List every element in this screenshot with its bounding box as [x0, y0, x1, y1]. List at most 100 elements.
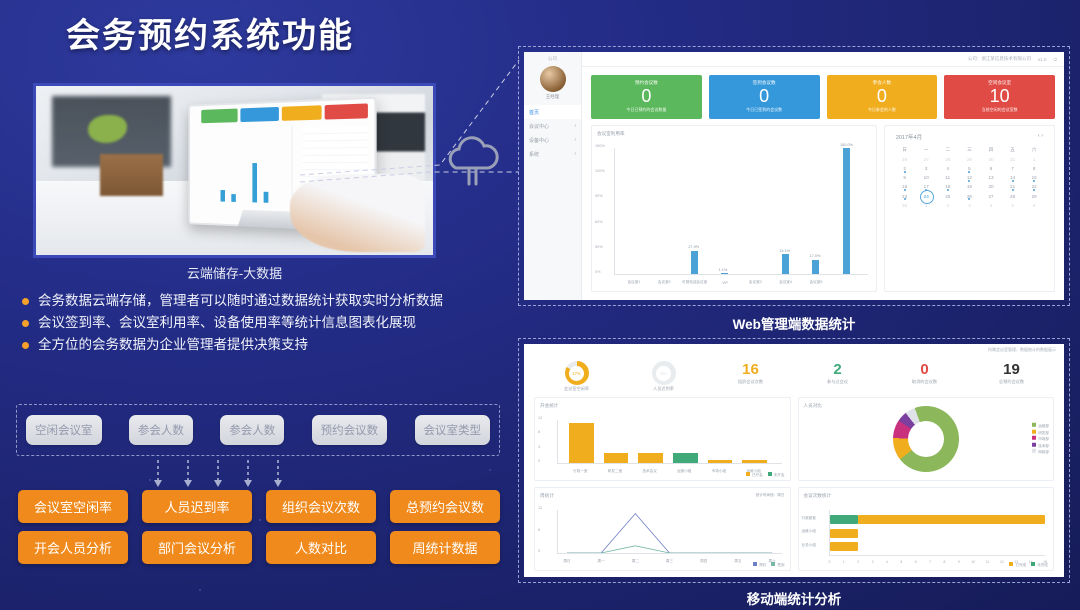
calendar-day[interactable]: 4: [980, 201, 1002, 209]
chevron-right-icon: ›: [574, 136, 576, 143]
calendar-day[interactable]: 26: [959, 192, 981, 201]
source-tag[interactable]: 参会人数: [220, 415, 285, 445]
mobile-stat[interactable]: 17% 会议室空闲率: [534, 361, 619, 392]
calendar-day[interactable]: 5: [1002, 201, 1024, 209]
calendar-day[interactable]: 24: [915, 189, 937, 205]
output-tag[interactable]: 会议室空闲率: [18, 490, 128, 523]
web-dashboard-panel: 公司 王经理 首页 会议中心 › 设备中心 › 系统 › 公司：浙江某信息技术有限公司…: [518, 46, 1070, 306]
calendar-day[interactable]: 2: [937, 201, 959, 209]
output-tag[interactable]: 部门会议分析: [142, 531, 252, 564]
web-topbar: 公司：浙江某信息技术有限公司 v1.0 ⏻: [582, 52, 1064, 67]
calendar-day[interactable]: 28: [937, 155, 959, 163]
source-tag[interactable]: 参会人数: [128, 415, 193, 445]
calendar-day[interactable]: 29: [959, 155, 981, 163]
bullet-list: 会务数据云端存储，管理者可以随时通过数据统计获取实时分析数据 会议签到率、会议室…: [22, 292, 502, 358]
web-panel-caption: Web管理端数据统计: [732, 317, 856, 332]
legend-item: 未完成: [1031, 562, 1048, 568]
mobile-stat[interactable]: 19 总预约会议数: [969, 361, 1054, 392]
chevron-right-icon: ›: [574, 122, 576, 129]
source-tag[interactable]: 会议室类型: [414, 415, 490, 445]
source-tag-group: 空闲会议室 参会人数 参会人数 预约会议数 会议室类型: [16, 404, 500, 456]
calendar-day[interactable]: 6: [980, 164, 1002, 172]
legend-item: 已完成: [1009, 562, 1026, 568]
chart-title: 开会统计: [540, 403, 559, 408]
calendar-day[interactable]: 27: [915, 155, 937, 163]
calendar-day[interactable]: 23: [894, 192, 916, 201]
calendar-day[interactable]: 8: [1023, 164, 1045, 172]
web-sidebar: 公司 王经理 首页 会议中心 › 设备中心 › 系统 ›: [524, 52, 582, 300]
cloud-icon: [448, 136, 499, 186]
donut-gauge-icon: 17%: [564, 361, 589, 385]
legend-item: 预约: [753, 562, 766, 568]
output-tag[interactable]: 周统计数据: [390, 531, 500, 564]
calendar-day[interactable]: 1: [915, 201, 937, 209]
calendar-day[interactable]: 29: [1023, 192, 1045, 200]
chevron-right-icon: ›: [574, 150, 576, 157]
calendar-day[interactable]: 31: [1002, 155, 1024, 163]
mobile-stat[interactable]: 0 取消的会议数: [882, 361, 967, 392]
calendar-day[interactable]: 10: [915, 174, 937, 182]
calendar-day[interactable]: 26: [894, 155, 916, 163]
output-tag[interactable]: 组织会议次数: [266, 490, 376, 523]
output-tag[interactable]: 开会人员分析: [18, 531, 128, 564]
kpi-card[interactable]: 预约会议数 0 今日已预约的会议数量: [591, 75, 702, 119]
mobile-stat[interactable]: 16 组织会议次数: [708, 361, 793, 392]
calendar-day[interactable]: 6: [1023, 201, 1045, 209]
calendar-day[interactable]: 3: [915, 164, 937, 172]
calendar-widget[interactable]: 2017年4月 ‹ › 日一二三四五六 26 27 28 29 30 31 1 2 3 4 5 6 7 8 9…: [883, 125, 1055, 292]
page-title: 会务预约系统功能: [66, 17, 354, 55]
donut-gauge-icon: 0%: [651, 361, 676, 385]
calendar-day[interactable]: 1: [1023, 155, 1045, 163]
calendar-day[interactable]: 30: [894, 201, 916, 209]
calendar-day[interactable]: 20: [980, 183, 1002, 191]
calendar-day[interactable]: 12: [959, 174, 981, 182]
calendar-day[interactable]: 11: [937, 174, 959, 182]
source-tag[interactable]: 预约会议数: [311, 415, 388, 445]
output-tag[interactable]: 人数对比: [266, 531, 376, 564]
calendar-day[interactable]: 25: [937, 192, 959, 200]
sidebar-item-system[interactable]: 系统 ›: [524, 147, 581, 161]
output-tag[interactable]: 人员迟到率: [142, 490, 252, 523]
bullet-item: 会务数据云端存储，管理者可以随时通过数据统计获取实时分析数据: [22, 292, 502, 310]
sidebar-item-home[interactable]: 首页: [524, 105, 581, 119]
calendar-nav[interactable]: ‹ ›: [1038, 133, 1043, 141]
kpi-card[interactable]: 空闲会议室 10 当前空闲的会议室数: [944, 75, 1055, 119]
sidebar-item-device[interactable]: 设备中心 ›: [524, 133, 581, 147]
legend-item: 已开会: [745, 472, 763, 478]
calendar-day[interactable]: 30: [980, 155, 1002, 163]
calendar-weekday: 五: [1010, 146, 1015, 152]
logout-icon[interactable]: ⏻: [1053, 57, 1057, 62]
calendar-day[interactable]: 15: [1023, 174, 1045, 182]
mobile-dashboard-panel: 所属会议室管理，数据统计的数据展示 17% 会议室空闲率 0% 人员迟到率 16 组织会议…: [518, 338, 1070, 583]
kpi-card[interactable]: 签到会议数 0 今日已签到的会议数: [708, 75, 820, 119]
mobile-stat[interactable]: 2 参与过会议: [795, 361, 880, 392]
chart-title: 会议次数统计: [803, 493, 832, 498]
mobile-panel-caption: 移动端统计分析: [746, 592, 842, 607]
output-tag[interactable]: 总预约会议数: [390, 490, 500, 523]
topbar-welcome: 公司：浙江某信息技术有限公司: [967, 56, 1031, 61]
calendar-day[interactable]: 2: [894, 164, 916, 173]
calendar-day[interactable]: 22: [1023, 183, 1045, 192]
calendar-day[interactable]: 18: [937, 183, 959, 192]
calendar-day[interactable]: 9: [894, 174, 916, 182]
calendar-day[interactable]: 27: [980, 192, 1002, 200]
calendar-day[interactable]: 13: [980, 174, 1002, 182]
office-photo: [33, 83, 436, 258]
calendar-day[interactable]: 19: [959, 183, 981, 191]
calendar-weekday: 四: [988, 146, 994, 152]
donut-chart: [892, 406, 959, 472]
mobile-stat[interactable]: 0% 人员迟到率: [621, 361, 706, 392]
kpi-card[interactable]: 参会人数 0 今日参会的人数: [826, 75, 938, 119]
calendar-day[interactable]: 5: [959, 164, 981, 173]
calendar-day[interactable]: 3: [959, 201, 981, 209]
source-tag[interactable]: 空闲会议室: [26, 415, 102, 445]
calendar-day[interactable]: 16: [894, 183, 916, 192]
calendar-day[interactable]: 14: [1002, 174, 1024, 182]
sidebar-item-meeting[interactable]: 会议中心 ›: [524, 119, 581, 133]
calendar-day[interactable]: 4: [937, 164, 959, 172]
meeting-count-hbar-chart: 会议次数统计 行政部室运维小组业务小组012345678910111213141…: [797, 487, 1054, 571]
calendar-day[interactable]: 21: [1002, 183, 1024, 192]
avatar: [539, 66, 566, 92]
calendar-day[interactable]: 7: [1002, 164, 1024, 172]
calendar-day[interactable]: 28: [1002, 192, 1024, 200]
